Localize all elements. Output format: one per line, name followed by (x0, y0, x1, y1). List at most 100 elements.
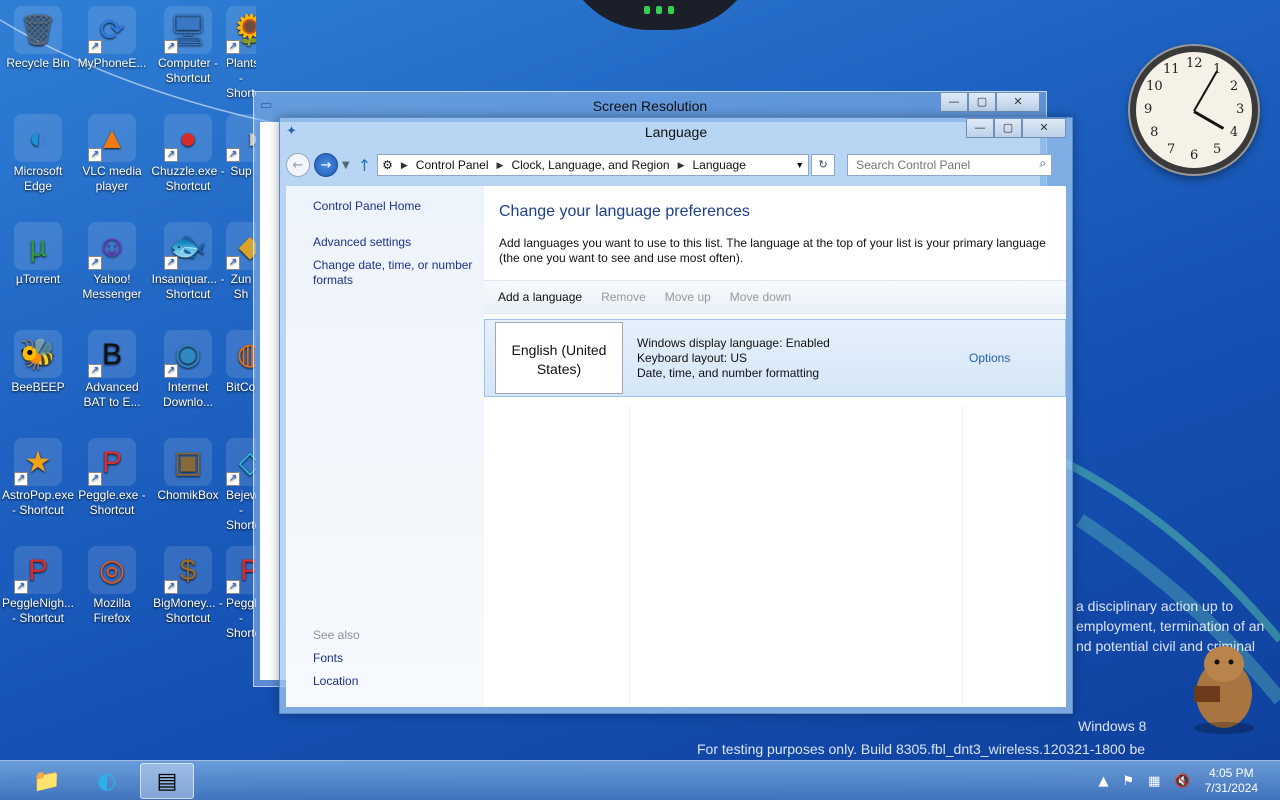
app-icon: P ↗ (14, 546, 62, 594)
desktop-icon[interactable]: µ µTorrent (0, 222, 76, 287)
desktop-icon[interactable]: 🐝 BeeBEEP (0, 330, 76, 395)
desktop-icon[interactable]: ⟳ ↗ MyPhoneE... (74, 6, 150, 71)
search-input[interactable] (847, 154, 1053, 176)
keyboard-layout: Keyboard layout: US (637, 351, 748, 365)
desktop-icon[interactable]: $ ↗ BigMoney... - Shortcut (150, 546, 226, 626)
control-panel-home-link[interactable]: Control Panel Home (313, 199, 478, 214)
breadcrumb-separator-icon[interactable]: ▶ (401, 160, 408, 171)
up-arrow-icon[interactable]: ↑ (358, 156, 371, 175)
location-link[interactable]: Location (313, 674, 478, 689)
address-dropdown-icon[interactable]: ▼ (795, 160, 804, 170)
desktop-icon[interactable]: ● ↗ Chuzzle.exe - Shortcut (150, 114, 226, 194)
desktop-icon-label: Internet Downlo... (162, 380, 214, 409)
fonts-link[interactable]: Fonts (313, 651, 478, 666)
language-app-icon: ✦ (286, 124, 297, 139)
forward-button[interactable]: → (314, 153, 338, 177)
desktop-icon[interactable]: ◐ Microsoft Edge (0, 114, 76, 194)
desktop-icon[interactable]: ◑ ↗ Sup (226, 114, 256, 179)
desktop-icon[interactable]: ◎ Mozilla Firefox (74, 546, 150, 626)
action-center-flag-icon[interactable]: ⚑ (1122, 774, 1134, 789)
shortcut-arrow-icon: ↗ (88, 40, 102, 54)
network-icon[interactable]: ▦ (1148, 774, 1160, 789)
desktop-icon-label: PeggleNigh... - Shortcut (1, 596, 75, 625)
app-glyph: ◉ (174, 337, 202, 371)
desktop-icon[interactable]: ◆ ↗ Zun Sh (226, 222, 256, 302)
show-hidden-icons-icon[interactable]: ▲ (1098, 774, 1108, 789)
see-also-heading: See also (313, 628, 360, 642)
desktop-icon[interactable]: P↗PeggleWo... - Shortcut (226, 546, 256, 641)
clock-number: 3 (1236, 102, 1245, 117)
app-icon: ▲ ↗ (88, 114, 136, 162)
taskbar-clock[interactable]: 4:05 PM 7/31/2024 (1205, 766, 1258, 796)
desktop-icon[interactable]: ★ ↗ AstroPop.exe - Shortcut (0, 438, 76, 518)
desktop-icon[interactable]: P ↗ Peggle.exe - Shortcut (74, 438, 150, 518)
page-title: Change your language preferences (499, 203, 750, 220)
clock-gadget[interactable]: 12 1 2 3 4 5 6 7 8 9 10 11 (1130, 46, 1258, 174)
app-glyph: µ (29, 229, 47, 263)
desktop-icon[interactable]: ◍ BitComet (226, 330, 256, 395)
move-down-button[interactable]: Move down (730, 290, 791, 304)
desktop-icon-label: ChomikBox (157, 488, 219, 502)
advanced-settings-link[interactable]: Advanced settings (313, 235, 478, 250)
breadcrumb-separator-icon[interactable]: ▶ (497, 160, 504, 171)
desktop-icon[interactable]: ◇↗Bejeweled... - Shortcut (226, 438, 256, 533)
desktop-icon[interactable]: 🗑 Recycle Bin (0, 6, 76, 71)
search-icon[interactable]: ⌕ (1039, 156, 1046, 171)
clock-number: 8 (1150, 125, 1159, 140)
desktop-icon[interactable]: ◉ ↗ Internet Downlo... (150, 330, 226, 410)
back-button[interactable]: ← (286, 153, 310, 177)
clock-number: 2 (1229, 79, 1239, 94)
folder-icon: 📁 (33, 768, 61, 794)
address-bar[interactable]: ⚙ ▶ Control Panel ▶ Clock, Language, and… (377, 154, 810, 176)
desktop-icon[interactable]: 🖥 ↗ Computer - Shortcut (150, 6, 226, 86)
move-up-button[interactable]: Move up (665, 290, 711, 304)
desktop-icon[interactable]: ▣ ChomikBox (150, 438, 226, 503)
change-formats-link[interactable]: Change date, time, or number formats (313, 258, 478, 288)
desktop-icon[interactable]: ☺ ↗ Yahoo! Messenger (74, 222, 150, 302)
desktop-icon[interactable]: B ↗ Advanced BAT to E... (74, 330, 150, 410)
breadcrumb-language[interactable]: Language (692, 158, 745, 172)
breadcrumb-separator-icon[interactable]: ▶ (678, 160, 685, 171)
app-glyph: ⟳ (99, 13, 125, 47)
desktop-icon[interactable]: ▲ ↗ VLC media player (74, 114, 150, 194)
date-text: 7/31/2024 (1204, 781, 1258, 795)
maximize-button[interactable]: ▢ (968, 92, 996, 112)
options-link[interactable]: Options (969, 351, 1010, 365)
clock-number: 11 (1163, 62, 1180, 78)
shortcut-arrow-icon: ↗ (226, 256, 240, 270)
add-language-button[interactable]: Add a language (498, 290, 582, 304)
app-icon: 🌻 ↗ (226, 6, 256, 54)
remove-button[interactable]: Remove (601, 290, 646, 304)
minimize-button[interactable]: — (966, 118, 994, 138)
desktop-icon[interactable]: 🐟 ↗ Insaniquar... - Shortcut (150, 222, 226, 302)
desktop-icon-label: PlantsVsZo... - Shortcut (226, 56, 256, 100)
app-icon: B ↗ (88, 330, 136, 378)
volume-muted-icon[interactable]: 🔇 (1174, 774, 1190, 789)
top-notch (560, 0, 760, 30)
desktop-icon-label: Chuzzle.exe - Shortcut (151, 164, 225, 193)
desktop-icon[interactable]: 🌻↗PlantsVsZo... - Shortcut (226, 6, 256, 101)
file-explorer-button[interactable]: 📁 (20, 763, 74, 799)
desktop-icon[interactable]: P ↗ PeggleNigh... - Shortcut (0, 546, 76, 626)
control-panel-taskbar-button[interactable]: ▤ (140, 763, 194, 799)
app-icon: ⟳ ↗ (88, 6, 136, 54)
minimize-button[interactable]: — (940, 92, 968, 112)
language-name-tile[interactable]: English (United States) (495, 322, 623, 394)
desktop-icon-label: BeeBEEP (11, 380, 65, 394)
language-window[interactable]: ✦ Language — ▢ ✕ ← → ▼ ↑ ⚙ ▶ Control Pan… (279, 117, 1073, 714)
recent-pages-icon[interactable]: ▼ (342, 160, 350, 171)
close-button[interactable]: ✕ (1022, 118, 1066, 138)
app-icon: ◇ ↗ (226, 438, 256, 486)
app-icon: ◎ (88, 546, 136, 594)
edge-taskbar-button[interactable]: ◐ (80, 763, 134, 799)
app-icon: ◉ ↗ (164, 330, 212, 378)
desktop-icon-label: BitComet (226, 380, 256, 394)
breadcrumb-control-panel[interactable]: Control Panel (416, 158, 489, 172)
refresh-button[interactable]: ↻ (811, 154, 836, 176)
breadcrumb-clock-language-region[interactable]: Clock, Language, and Region (511, 158, 669, 172)
app-glyph: ☺ (96, 229, 128, 263)
maximize-button[interactable]: ▢ (994, 118, 1022, 138)
language-list-item[interactable]: English (United States) Windows display … (484, 319, 1066, 397)
shortcut-arrow-icon: ↗ (226, 472, 240, 486)
close-button[interactable]: ✕ (996, 92, 1040, 112)
